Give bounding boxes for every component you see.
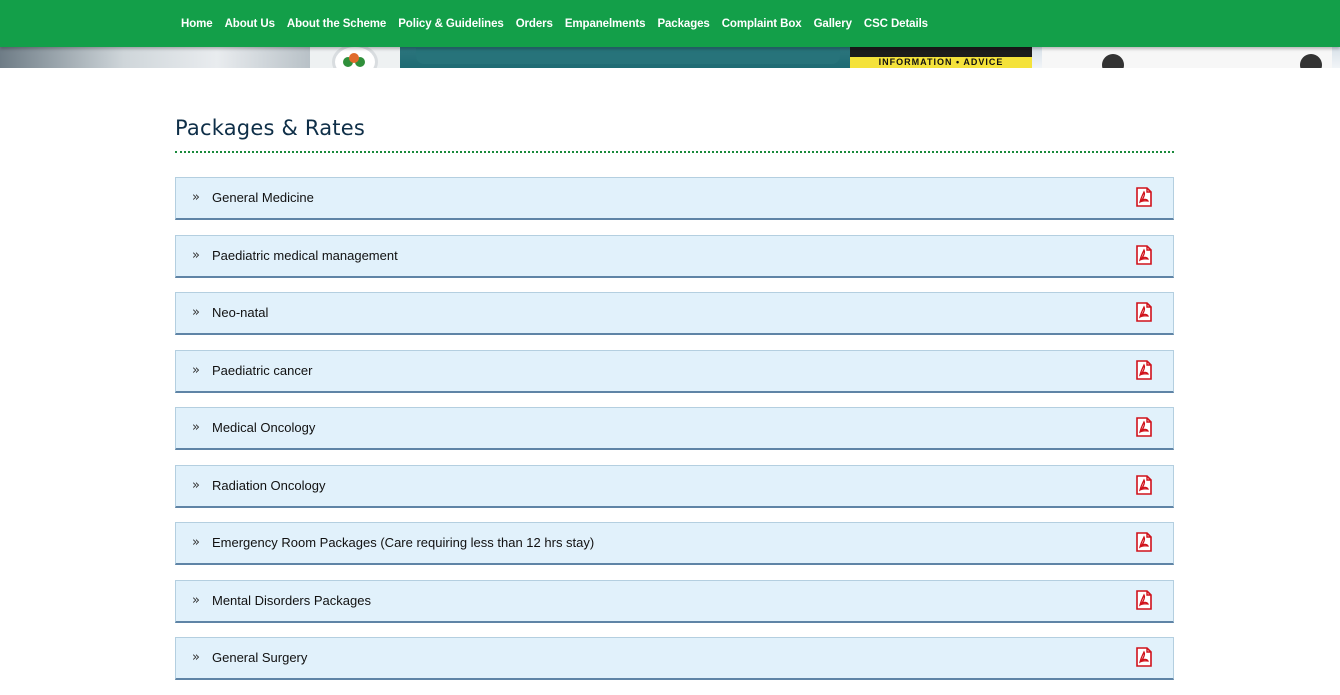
package-item[interactable]: » Radiation Oncology	[175, 464, 1174, 508]
package-label: Mental Disorders Packages	[212, 592, 371, 608]
packages-list: » General Medicine » Paediatric medical …	[175, 177, 1174, 680]
pdf-icon[interactable]	[1135, 647, 1153, 667]
emblem-logo	[332, 44, 378, 68]
nav-about-the-scheme[interactable]: About the Scheme	[281, 18, 392, 30]
package-label: Neo-natal	[212, 305, 269, 320]
nav-home[interactable]: Home	[175, 18, 219, 30]
nav-empanelments[interactable]: Empanelments	[559, 18, 652, 30]
title-divider	[175, 151, 1174, 153]
package-item[interactable]: » General Medicine	[175, 177, 1174, 220]
nav-complaint-box[interactable]: Complaint Box	[716, 18, 808, 30]
pdf-icon[interactable]	[1135, 474, 1153, 495]
pdf-icon[interactable]	[1135, 302, 1153, 322]
double-chevron-right-icon: »	[192, 420, 200, 435]
nav-menu: Home About Us About the Scheme Policy & …	[175, 0, 934, 47]
pdf-icon[interactable]	[1135, 417, 1153, 437]
double-chevron-right-icon: »	[192, 362, 200, 378]
package-item[interactable]: » Paediatric medical management	[175, 234, 1174, 278]
double-chevron-right-icon: »	[192, 190, 200, 205]
page-title: Packages & Rates	[175, 116, 366, 140]
nav-gallery[interactable]: Gallery	[808, 18, 858, 30]
pdf-icon[interactable]	[1135, 532, 1153, 552]
double-chevron-right-icon: »	[192, 650, 200, 665]
pdf-icon[interactable]	[1135, 359, 1153, 380]
nav-orders[interactable]: Orders	[510, 18, 559, 30]
package-item[interactable]: » Medical Oncology	[175, 407, 1174, 450]
double-chevron-right-icon: »	[192, 305, 200, 320]
nav-about-us[interactable]: About Us	[219, 18, 281, 30]
main-content: Packages & Rates » General Medicine » Pa…	[175, 68, 1174, 695]
package-label: General Medicine	[212, 190, 314, 205]
package-item[interactable]: » Mental Disorders Packages	[175, 579, 1174, 623]
package-label: Radiation Oncology	[212, 477, 326, 493]
banner-info-text: INFORMATION • ADVICE	[850, 57, 1032, 68]
nav-policy-guidelines[interactable]: Policy & Guidelines	[392, 18, 509, 30]
double-chevron-right-icon: »	[192, 535, 200, 550]
nav-packages[interactable]: Packages	[651, 18, 715, 30]
package-label: Emergency Room Packages (Care requiring …	[212, 535, 595, 550]
double-chevron-right-icon: »	[192, 247, 200, 263]
pdf-icon[interactable]	[1135, 589, 1153, 610]
package-item[interactable]: » Paediatric cancer	[175, 349, 1174, 393]
package-label: General Surgery	[212, 650, 308, 665]
double-chevron-right-icon: »	[192, 477, 200, 493]
package-label: Medical Oncology	[212, 420, 316, 435]
package-item[interactable]: » Emergency Room Packages (Care requirin…	[175, 522, 1174, 565]
package-item[interactable]: » General Surgery	[175, 637, 1174, 680]
package-item[interactable]: » Neo-natal	[175, 292, 1174, 335]
double-chevron-right-icon: »	[192, 592, 200, 608]
package-label: Paediatric cancer	[212, 362, 313, 378]
main-navigation: Home About Us About the Scheme Policy & …	[0, 0, 1340, 47]
pdf-icon[interactable]	[1135, 187, 1153, 207]
package-label: Paediatric medical management	[212, 247, 398, 263]
nav-csc-details[interactable]: CSC Details	[858, 18, 934, 30]
pdf-icon[interactable]	[1135, 244, 1153, 265]
